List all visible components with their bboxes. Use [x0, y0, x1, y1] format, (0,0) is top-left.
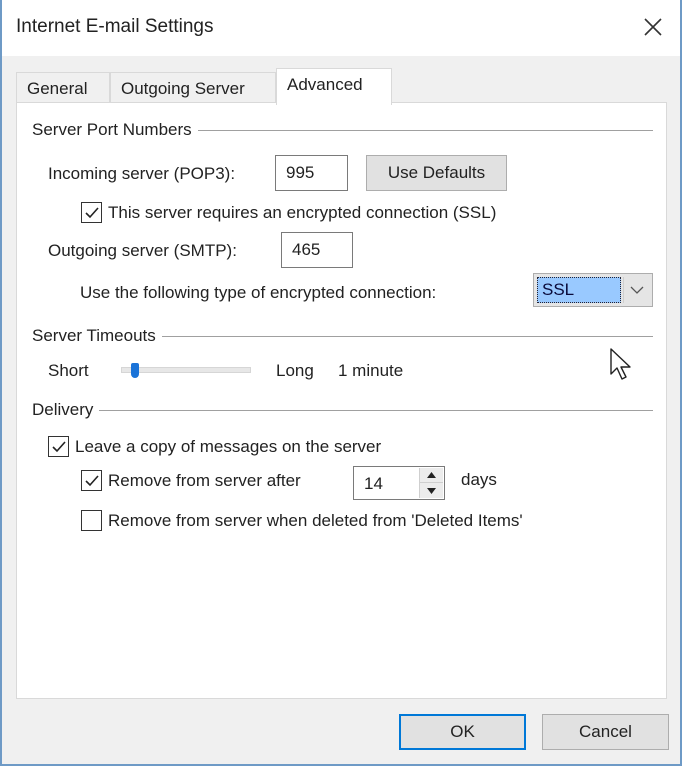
incoming-ssl-label: This server requires an encrypted connec… [108, 202, 497, 222]
email-settings-dialog: Internet E-mail Settings General Outgoin… [0, 0, 682, 766]
triangle-up-icon [427, 472, 436, 478]
days-value[interactable]: 14 [364, 474, 383, 494]
tab-outgoing-server[interactable]: Outgoing Server [110, 72, 276, 103]
leave-copy-label: Leave a copy of messages on the server [75, 436, 382, 456]
spinner-up-button[interactable] [420, 468, 443, 483]
timeout-short-label: Short [48, 361, 89, 380]
remove-when-deleted-checkbox[interactable]: Remove from server when deleted from 'De… [81, 510, 523, 531]
days-label: days [461, 470, 497, 489]
cancel-button[interactable]: Cancel [542, 714, 669, 750]
title-bar: Internet E-mail Settings [2, 0, 680, 56]
ok-button[interactable]: OK [399, 714, 526, 750]
remove-after-checkbox[interactable]: Remove from server after [81, 470, 301, 491]
delivery-group: Delivery [32, 399, 653, 421]
dropdown-button[interactable] [623, 277, 649, 303]
remove-after-label: Remove from server after [108, 470, 301, 490]
checkbox-box [81, 470, 102, 491]
checkbox-box [81, 202, 102, 223]
delivery-heading: Delivery [32, 400, 94, 419]
leave-copy-checkbox[interactable]: Leave a copy of messages on the server [48, 436, 381, 457]
slider-thumb[interactable] [131, 363, 139, 378]
group-divider [99, 409, 653, 411]
server-port-numbers-heading: Server Port Numbers [32, 120, 192, 139]
slider-track [121, 367, 251, 373]
encryption-type-select[interactable]: SSL [533, 273, 653, 307]
server-port-numbers-group: Server Port Numbers [32, 119, 653, 141]
checkmark-icon [51, 440, 66, 452]
checkmark-icon [84, 474, 99, 486]
tab-advanced[interactable]: Advanced [276, 68, 392, 105]
use-defaults-button[interactable]: Use Defaults [366, 155, 507, 191]
group-divider [161, 335, 653, 337]
checkbox-box [48, 436, 69, 457]
chevron-down-icon [630, 286, 643, 294]
outgoing-port-input[interactable]: 465 [281, 232, 353, 268]
close-icon [644, 18, 662, 36]
group-divider [197, 129, 653, 131]
advanced-tab-panel: Server Port Numbers Incoming server (POP… [16, 102, 667, 699]
incoming-port-input[interactable]: 995 [275, 155, 348, 191]
server-timeouts-group: Server Timeouts [32, 325, 653, 347]
incoming-server-label: Incoming server (POP3): [48, 164, 236, 183]
timeout-value: 1 minute [338, 361, 404, 380]
server-timeouts-heading: Server Timeouts [32, 326, 156, 345]
checkmark-icon [84, 206, 99, 218]
checkbox-box [81, 510, 102, 531]
close-button[interactable] [630, 8, 676, 46]
spinner-down-button[interactable] [420, 483, 443, 498]
incoming-ssl-checkbox[interactable]: This server requires an encrypted connec… [81, 202, 496, 223]
server-timeout-slider[interactable] [121, 363, 251, 378]
spinner-arrows [419, 468, 443, 498]
remove-after-days-spinner[interactable]: 14 [353, 466, 445, 500]
timeout-long-label: Long [276, 361, 314, 380]
encryption-selected-value: SSL [537, 277, 621, 303]
encryption-type-label: Use the following type of encrypted conn… [80, 283, 437, 302]
triangle-down-icon [427, 487, 436, 494]
remove-when-deleted-label: Remove from server when deleted from 'De… [108, 510, 523, 530]
tab-general[interactable]: General [16, 72, 110, 103]
outgoing-server-label: Outgoing server (SMTP): [48, 241, 237, 260]
dialog-title: Internet E-mail Settings [16, 16, 214, 37]
